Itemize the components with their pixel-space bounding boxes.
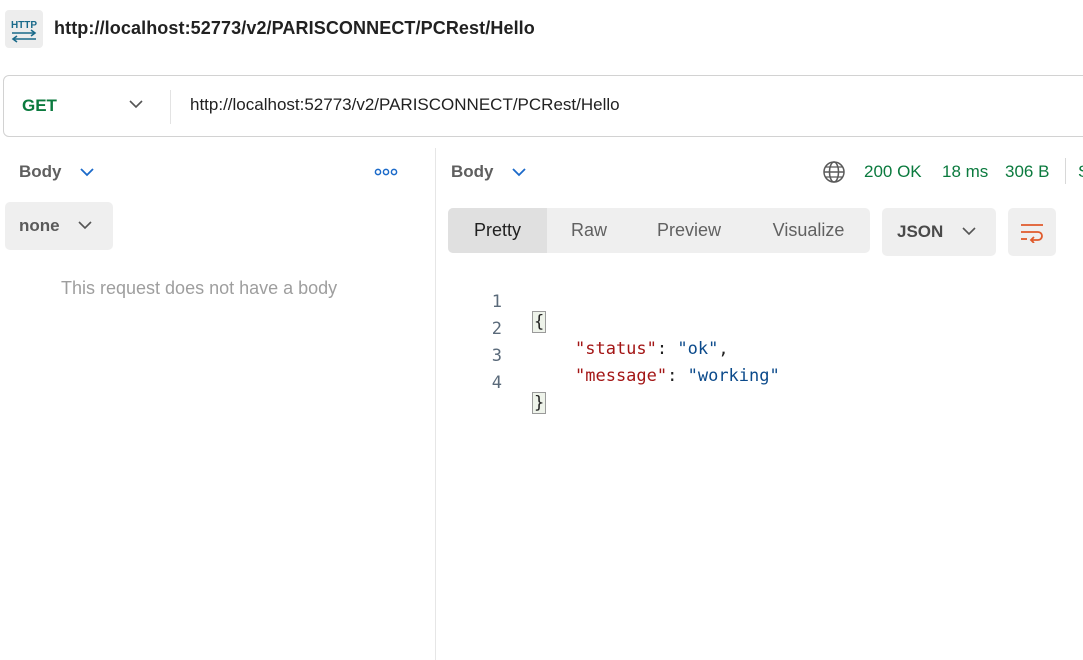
body-type-label: none	[19, 216, 60, 235]
code-line: 2 "status": "ok",	[448, 299, 729, 359]
status-divider	[1065, 158, 1066, 184]
chevron-down-icon[interactable]	[128, 96, 144, 112]
globe-icon[interactable]	[822, 160, 846, 184]
tab-raw[interactable]: Raw	[547, 208, 631, 253]
empty-body-message: This request does not have a body	[61, 278, 338, 298]
url-input[interactable]	[190, 95, 1040, 115]
method-selector[interactable]: GET	[22, 96, 57, 116]
request-title[interactable]: http://localhost:52773/v2/PARISCONNECT/P…	[54, 18, 535, 39]
url-divider	[170, 90, 171, 124]
chevron-down-icon	[77, 217, 93, 233]
response-view-tabs: Pretty Raw Preview Visualize	[448, 208, 870, 253]
response-body-tab[interactable]: Body	[451, 162, 494, 182]
http-request-icon: HTTP	[5, 10, 43, 48]
json-separator: :	[656, 339, 678, 359]
json-value: "working"	[687, 366, 780, 386]
tab-visualize[interactable]: Visualize	[747, 208, 870, 253]
chevron-down-icon[interactable]	[510, 163, 528, 181]
panel-divider[interactable]	[435, 148, 436, 660]
tab-pretty[interactable]: Pretty	[448, 208, 547, 253]
more-options-icon[interactable]	[373, 163, 399, 181]
format-label: JSON	[897, 222, 944, 241]
open-brace: {	[532, 311, 547, 333]
json-key: "message"	[575, 366, 668, 386]
response-time[interactable]: 18 ms	[942, 162, 988, 182]
request-body-tab[interactable]: Body	[19, 162, 62, 182]
json-key: "status"	[575, 339, 657, 359]
chevron-down-icon[interactable]	[78, 163, 96, 181]
json-comma: ,	[718, 339, 729, 359]
code-line: 1 {	[448, 272, 547, 333]
json-value: "ok"	[677, 339, 719, 359]
wrap-lines-button[interactable]	[1008, 208, 1056, 256]
wrap-lines-icon	[1021, 224, 1043, 243]
chevron-down-icon	[961, 223, 977, 239]
status-code[interactable]: 200 OK	[864, 162, 922, 182]
url-bar: GET	[3, 75, 1083, 137]
code-line: 3 "message": "working"	[448, 326, 780, 386]
line-number: 4	[491, 373, 502, 393]
json-separator: :	[667, 366, 688, 386]
body-type-dropdown[interactable]: none	[5, 202, 113, 250]
http-icon-text: HTTP	[11, 20, 37, 31]
tab-preview[interactable]: Preview	[631, 208, 747, 253]
close-brace: }	[532, 392, 547, 414]
format-dropdown[interactable]: JSON	[882, 208, 996, 256]
save-response-truncated[interactable]: S	[1078, 162, 1083, 182]
response-size[interactable]: 306 B	[1005, 162, 1049, 182]
code-line: 4 }	[448, 353, 547, 414]
